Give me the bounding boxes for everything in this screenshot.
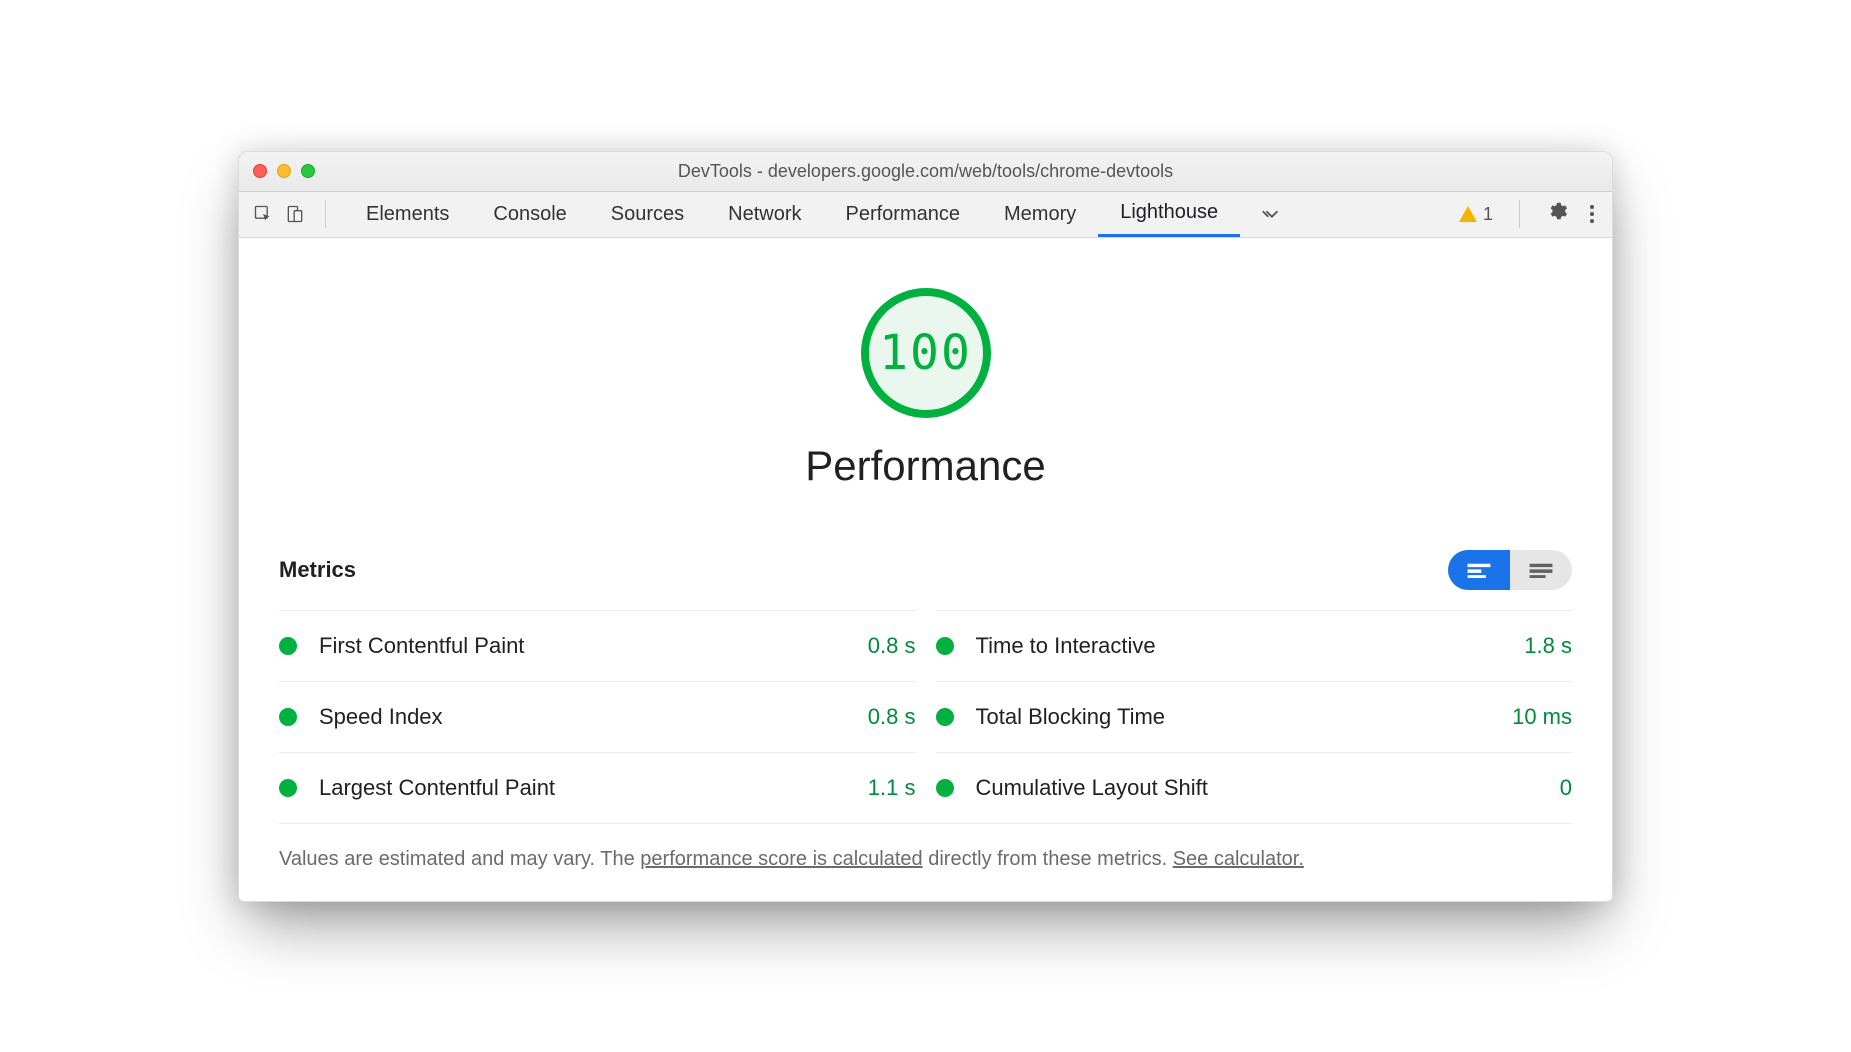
metrics-view-toggle <box>1448 550 1572 590</box>
metrics-heading: Metrics <box>279 557 356 583</box>
metric-row[interactable]: Largest Contentful Paint 1.1 s <box>279 752 916 823</box>
metric-name: Speed Index <box>319 704 443 730</box>
tab-label: Console <box>493 203 566 226</box>
footer-text: directly from these metrics. <box>923 848 1173 870</box>
warning-count: 1 <box>1483 204 1493 225</box>
expanded-view-button[interactable] <box>1510 550 1572 590</box>
tab-memory[interactable]: Memory <box>982 191 1098 237</box>
issues-button[interactable]: 1 <box>1459 204 1493 225</box>
tab-sources[interactable]: Sources <box>589 191 706 237</box>
footer-text: Values are estimated and may vary. The <box>279 848 640 870</box>
metric-value: 1.8 s <box>1524 633 1572 659</box>
fullscreen-icon[interactable] <box>301 164 315 178</box>
status-dot-icon <box>279 779 297 797</box>
traffic-lights <box>253 164 315 178</box>
metric-value: 0.8 s <box>868 704 916 730</box>
tab-label: Lighthouse <box>1120 201 1218 224</box>
score-explainer-link[interactable]: performance score is calculated <box>640 848 922 870</box>
inspect-element-icon[interactable] <box>251 202 275 226</box>
status-dot-icon <box>279 708 297 726</box>
devtools-window: DevTools - developers.google.com/web/too… <box>238 151 1613 902</box>
calculator-link[interactable]: See calculator. <box>1173 848 1304 870</box>
metric-name: Cumulative Layout Shift <box>976 775 1208 801</box>
metric-value: 0.8 s <box>868 633 916 659</box>
tab-performance[interactable]: Performance <box>824 191 983 237</box>
status-dot-icon <box>279 637 297 655</box>
score-value: 100 <box>879 325 972 381</box>
warning-icon <box>1459 206 1477 222</box>
lighthouse-report: 100 Performance Metrics First Contentful… <box>239 238 1612 901</box>
metrics-footer-note: Values are estimated and may vary. The p… <box>279 823 1572 871</box>
minimize-icon[interactable] <box>277 164 291 178</box>
window-title: DevTools - developers.google.com/web/too… <box>239 161 1612 182</box>
metrics-grid: First Contentful Paint 0.8 s Time to Int… <box>279 610 1572 823</box>
divider <box>1519 200 1520 228</box>
metric-row[interactable]: Cumulative Layout Shift 0 <box>936 752 1573 823</box>
close-icon[interactable] <box>253 164 267 178</box>
metric-name: First Contentful Paint <box>319 633 524 659</box>
toolbar: Elements Console Sources Network Perform… <box>239 192 1612 238</box>
compact-view-button[interactable] <box>1448 550 1510 590</box>
tab-label: Elements <box>366 203 449 226</box>
metric-name: Largest Contentful Paint <box>319 775 555 801</box>
divider <box>325 200 326 228</box>
tab-elements[interactable]: Elements <box>344 191 471 237</box>
metric-name: Time to Interactive <box>976 633 1156 659</box>
tab-label: Network <box>728 203 801 226</box>
metric-value: 10 ms <box>1512 704 1572 730</box>
more-tabs-icon[interactable] <box>1256 199 1286 229</box>
status-dot-icon <box>936 779 954 797</box>
tab-console[interactable]: Console <box>471 191 588 237</box>
settings-icon[interactable] <box>1546 200 1568 228</box>
metric-name: Total Blocking Time <box>976 704 1166 730</box>
tab-network[interactable]: Network <box>706 191 823 237</box>
tab-label: Performance <box>846 203 961 226</box>
metric-row[interactable]: First Contentful Paint 0.8 s <box>279 610 916 681</box>
panel-tabs: Elements Console Sources Network Perform… <box>344 191 1240 237</box>
metric-row[interactable]: Time to Interactive 1.8 s <box>936 610 1573 681</box>
status-dot-icon <box>936 637 954 655</box>
titlebar[interactable]: DevTools - developers.google.com/web/too… <box>239 152 1612 192</box>
tab-label: Sources <box>611 203 684 226</box>
score-gauge[interactable]: 100 <box>861 288 991 418</box>
category-title: Performance <box>279 442 1572 490</box>
tab-label: Memory <box>1004 203 1076 226</box>
metric-value: 0 <box>1560 775 1572 801</box>
metric-value: 1.1 s <box>868 775 916 801</box>
device-toolbar-icon[interactable] <box>283 202 307 226</box>
status-dot-icon <box>936 708 954 726</box>
metric-row[interactable]: Total Blocking Time 10 ms <box>936 681 1573 752</box>
tab-lighthouse[interactable]: Lighthouse <box>1098 191 1240 237</box>
kebab-menu-icon[interactable] <box>1584 205 1600 223</box>
metric-row[interactable]: Speed Index 0.8 s <box>279 681 916 752</box>
